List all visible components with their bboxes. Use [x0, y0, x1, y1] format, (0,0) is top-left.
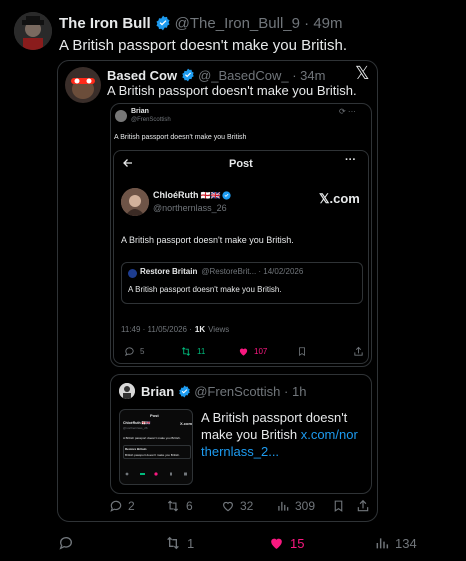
thumb-quoted-name: Restore Britain	[125, 447, 147, 451]
main-tweet-header: The Iron Bull @The_Iron_Bull_9 · 49m	[59, 14, 343, 32]
timestamp: 14/02/2026	[263, 267, 304, 276]
reply-icon	[59, 537, 72, 550]
back-arrow-icon	[122, 157, 134, 169]
verified-badge-icon	[181, 68, 195, 82]
post-header-title: Post	[229, 158, 253, 170]
avatar	[115, 110, 127, 122]
reply-icon	[125, 347, 134, 357]
views-count: 1K	[194, 325, 206, 334]
repost-action: 11	[180, 346, 205, 357]
author-name[interactable]: Based Cow	[107, 68, 177, 83]
verified-badge-icon	[155, 15, 171, 31]
xcom-logo: 𝕏.com	[319, 191, 360, 206]
reply-action: 5	[124, 346, 144, 357]
like-button[interactable]: 32	[221, 499, 253, 513]
like-count: 107	[254, 347, 268, 356]
author-handle[interactable]: @_BasedCow_	[198, 68, 289, 83]
views-button[interactable]: 134	[374, 535, 417, 551]
repost-icon	[167, 500, 179, 512]
views-count: 134	[395, 535, 417, 551]
nested-quote-card[interactable]: Brian @FrenScottish · 1h Post ChloéRuth …	[110, 374, 372, 494]
views-label: Views	[208, 325, 230, 334]
post-meta: 11:49 · 11/05/2026 · 1K Views	[121, 325, 229, 334]
thumb-author: ChloéRuth 🏴󠁧󠁢󠁥󠁮󠁧󠁿🇬🇧	[123, 421, 151, 425]
avatar[interactable]	[14, 12, 52, 50]
views-icon	[278, 501, 289, 511]
share-button[interactable]	[356, 499, 370, 513]
thumb-quoted-text: British passport doesn't make you Britis…	[125, 453, 180, 457]
author-handle[interactable]: @The_Iron_Bull_9	[175, 15, 300, 32]
reply-icon	[110, 500, 122, 512]
restore-britain-logo-icon	[128, 269, 137, 278]
author-handle: @FrenScottish	[131, 117, 171, 123]
inner-quote-card: Restore Britain @RestoreBrit... · 14/02/…	[121, 262, 363, 304]
like-button[interactable]: 15	[268, 535, 304, 551]
avatar[interactable]	[119, 383, 135, 399]
verified-badge-icon	[178, 385, 191, 398]
quoted-tweet-card[interactable]: Based Cow @_BasedCow_ · 34m 𝕏 A British …	[57, 60, 378, 522]
like-action: 107	[238, 346, 267, 357]
quote-header: Based Cow @_BasedCow_ · 34m	[107, 67, 326, 83]
author-handle: @northernlass_26	[153, 203, 227, 213]
heart-icon	[223, 501, 233, 512]
views-button[interactable]: 309	[276, 499, 315, 513]
reply-button[interactable]: 2	[109, 499, 135, 513]
thumb-actions	[124, 472, 190, 476]
like-count: 15	[290, 535, 305, 551]
more-options-icon: ⟳ ···	[339, 107, 356, 116]
repost-icon	[167, 536, 179, 550]
heart-filled-icon	[239, 348, 248, 356]
tweet-text: A British passport doesn't make you Brit…	[128, 285, 282, 294]
tweet-text: A British passport doesn't make you Brit…	[107, 83, 357, 98]
repost-icon	[182, 347, 190, 356]
bookmark-icon	[297, 346, 307, 357]
author-name[interactable]: Brian	[141, 384, 174, 399]
reply-count: 5	[140, 347, 145, 356]
quote-header: Brian @FrenScottish · 1h	[141, 383, 307, 399]
repost-button[interactable]: 1	[164, 535, 194, 551]
like-count: 32	[240, 499, 254, 513]
share-icon	[353, 346, 364, 357]
post-view: Post ··· ChloéRuth 🏴󠁧󠁢󠁥󠁮󠁧󠁿🇬🇧 @northernla…	[113, 150, 369, 364]
heart-filled-icon	[271, 538, 282, 549]
x-logo-icon[interactable]: 𝕏	[355, 63, 370, 84]
post-time: 11:49 · 11/05/2026 ·	[121, 325, 192, 334]
reply-count: 2	[128, 499, 135, 513]
avatar[interactable]	[65, 67, 101, 103]
tweet-text: A British passport doesn't make you Brit…	[59, 37, 347, 54]
thumb-post-title: Post	[150, 413, 159, 418]
repost-count: 1	[187, 535, 195, 551]
inner-author: ChloéRuth 🏴󠁧󠁢󠁥󠁮󠁧󠁿🇬🇧	[153, 190, 232, 200]
author-name: Brian	[131, 108, 149, 115]
author-name: Restore Britain	[140, 267, 198, 276]
repost-count: 11	[197, 347, 206, 356]
nested-tweet-text: A British passport doesn't make you Brit…	[201, 409, 361, 460]
views-count: 309	[295, 499, 316, 513]
avatar	[121, 188, 149, 216]
tweet-text: A British passport doesn't make you Brit…	[114, 134, 247, 141]
timestamp[interactable]: 1h	[292, 384, 306, 399]
tweet-text: A British passport doesn't make you Brit…	[121, 235, 294, 245]
repost-button[interactable]: 6	[165, 499, 193, 513]
views-icon	[376, 538, 389, 549]
timestamp[interactable]: 49m	[313, 15, 342, 32]
bookmark-icon	[334, 500, 343, 512]
author-handle[interactable]: @FrenScottish	[194, 384, 280, 399]
thumb-brand: X.com	[180, 421, 193, 426]
share-icon	[357, 499, 369, 512]
author-name: ChloéRuth	[153, 190, 199, 200]
reply-button[interactable]	[58, 535, 79, 551]
bookmark-button[interactable]	[332, 499, 345, 513]
thumb-text: A British passport doesn't make you Brit…	[123, 436, 181, 440]
repost-count: 6	[186, 499, 193, 513]
screenshot-image[interactable]: Brian @FrenScottish ⟳ ··· A British pass…	[110, 103, 372, 367]
verified-badge-icon	[222, 190, 232, 200]
flags: 🏴󠁧󠁢󠁥󠁮󠁧󠁿🇬🇧	[200, 190, 221, 200]
more-options-icon: ···	[345, 154, 356, 166]
timestamp[interactable]: 34m	[300, 68, 325, 83]
author-handle: @RestoreBrit...	[201, 267, 257, 276]
thumbnail-image[interactable]: Post ChloéRuth 🏴󠁧󠁢󠁥󠁮󠁧󠁿🇬🇧 @northernlass_2…	[119, 409, 193, 485]
author-name[interactable]: The Iron Bull	[59, 15, 151, 32]
thumb-handle: @northernlass_26	[123, 426, 148, 430]
